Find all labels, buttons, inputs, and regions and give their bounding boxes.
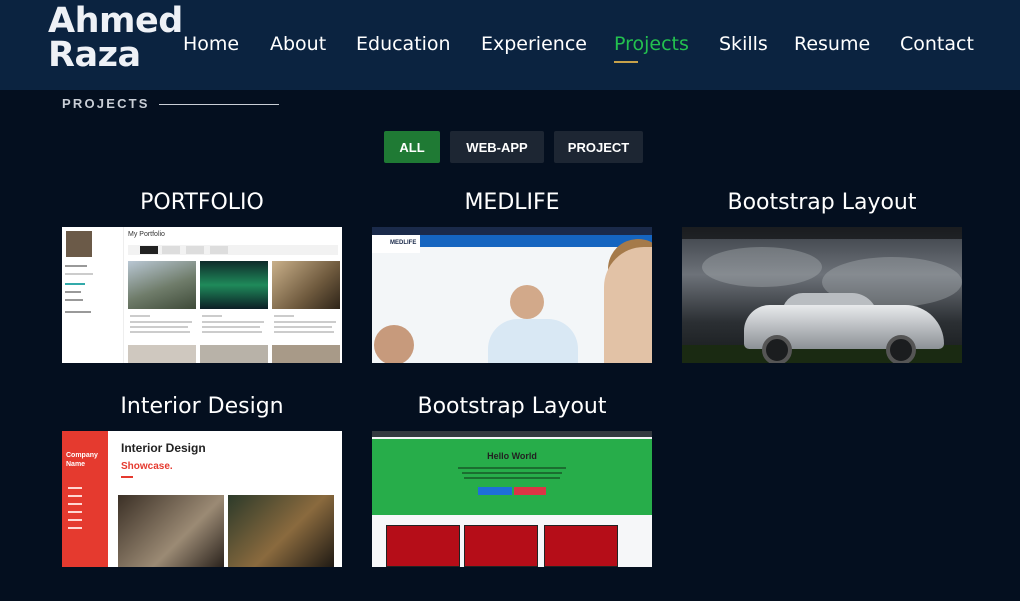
thumb-medlife-logo: MEDLIFE (372, 235, 420, 253)
top-navbar: Ahmed Raza Home About Education Experien… (0, 0, 1020, 90)
nav-menu: Home About Education Experience Projects… (0, 33, 1020, 57)
project-title-portfolio[interactable]: PORTFOLIO (62, 190, 342, 215)
nav-projects[interactable]: Projects (614, 33, 689, 55)
project-thumbnail-bootstrap-layout-1[interactable] (682, 227, 962, 363)
project-thumbnail-interior-design[interactable]: Company Name Interior Design Showcase. (62, 431, 342, 567)
project-title-bootstrap-layout-2[interactable]: Bootstrap Layout (372, 394, 652, 419)
project-title-bootstrap-layout-1[interactable]: Bootstrap Layout (682, 190, 962, 215)
nav-resume[interactable]: Resume (794, 33, 870, 55)
section-title: PROJECTS (62, 96, 150, 111)
project-thumbnail-bootstrap-layout-2[interactable]: Hello World (372, 431, 652, 567)
section-title-line (159, 104, 279, 105)
filter-web-app-button[interactable]: WEB-APP (450, 131, 544, 163)
thumb-filter-bar (128, 245, 338, 255)
project-thumbnail-medlife[interactable]: MEDLIFE (372, 227, 652, 363)
nav-home[interactable]: Home (183, 33, 239, 55)
nav-about[interactable]: About (270, 33, 326, 55)
filter-all-button[interactable]: ALL (384, 131, 440, 163)
nav-skills[interactable]: Skills (719, 33, 768, 55)
project-title-interior-design[interactable]: Interior Design (62, 394, 342, 419)
nav-contact[interactable]: Contact (900, 33, 974, 55)
thumb-avatar (66, 231, 92, 257)
nav-education[interactable]: Education (356, 33, 451, 55)
thumb-sidebar (62, 227, 124, 363)
nav-experience[interactable]: Experience (481, 33, 587, 55)
active-nav-underline (614, 61, 638, 63)
project-thumbnail-portfolio[interactable]: My Portfolio (62, 227, 342, 363)
filter-project-button[interactable]: PROJECT (554, 131, 643, 163)
project-title-medlife[interactable]: MEDLIFE (372, 190, 652, 215)
thumb-header: My Portfolio (128, 231, 165, 238)
